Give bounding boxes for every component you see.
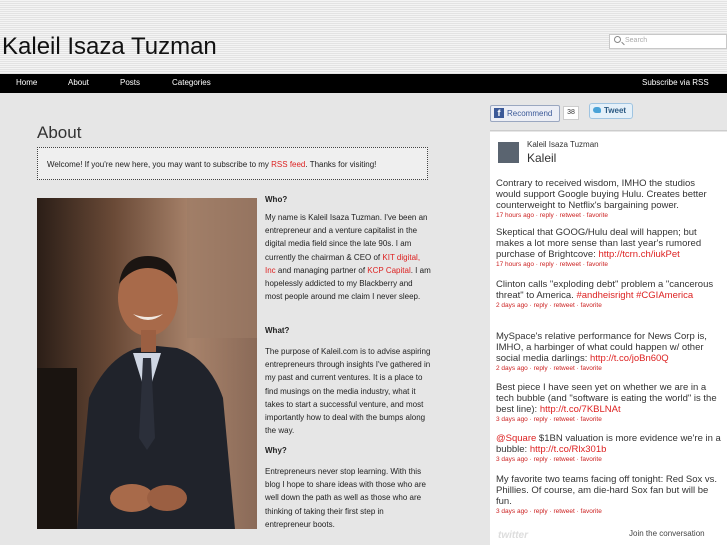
tweet-link[interactable]: http://t.co/7KBLNAt [540, 404, 621, 415]
welcome-text: Welcome! If you're new here, you may wan… [47, 160, 272, 169]
twitter-logo[interactable]: twitter [498, 530, 528, 541]
tweet-link[interactable]: http://t.co/Rlx301b [530, 444, 607, 455]
tweet-item: My favorite two teams facing off tonight… [496, 474, 721, 516]
tweet-meta[interactable]: 2 days ago · reply · retweet · favorite [496, 364, 721, 373]
site-title[interactable]: Kaleil Isaza Tuzman [2, 33, 217, 61]
search-icon [614, 36, 621, 43]
sidebar-divider [490, 130, 727, 131]
tweet-link[interactable]: http://tcrn.ch/iukPet [598, 249, 679, 260]
site-header: Kaleil Isaza Tuzman Search [0, 0, 727, 74]
nav-categories[interactable]: Categories [172, 78, 211, 87]
kcp-capital-link[interactable]: KCP Capital [367, 266, 410, 275]
who-heading: Who? [265, 195, 288, 204]
tweet-meta[interactable]: 3 days ago · reply · retweet · favorite [496, 415, 721, 424]
who-paragraph: My name is Kaleil Isaza Tuzman. I've bee… [265, 213, 431, 302]
tweet-meta[interactable]: 3 days ago · reply · retweet · favorite [496, 507, 721, 516]
tweet-meta[interactable]: 3 days ago · reply · retweet · favorite [496, 455, 721, 464]
rss-feed-link[interactable]: RSS feed [271, 160, 305, 169]
tweet-meta[interactable]: 17 hours ago · reply · retweet · favorit… [496, 211, 721, 220]
facebook-recommend-button[interactable]: f Recommend [490, 105, 560, 122]
profile-photo [37, 198, 257, 529]
why-heading: Why? [265, 446, 287, 455]
twitter-widget: Kaleil Isaza Tuzman Kaleil Contrary to r… [490, 132, 727, 545]
what-paragraph: The purpose of Kaleil.com is to advise a… [265, 347, 431, 436]
tweet-item: Skeptical that GOOG/Hulu deal will happe… [496, 227, 721, 269]
tweet-item: @Square $1BN valuation is more evidence … [496, 433, 721, 464]
recommend-count: 38 [563, 106, 579, 120]
tweet-button[interactable]: Tweet [589, 103, 633, 119]
page-title: About [37, 123, 82, 142]
twitter-display-name[interactable]: Kaleil Isaza Tuzman [527, 140, 599, 149]
tweet-link[interactable]: http://t.co/joBn60Q [590, 353, 669, 364]
welcome-box: Welcome! If you're new here, you may wan… [37, 147, 428, 180]
tweet-item: MySpace's relative performance for News … [496, 331, 721, 373]
avatar[interactable] [498, 142, 519, 163]
tweet-item: Contrary to received wisdom, IMHO the st… [496, 178, 721, 220]
tweet-meta[interactable]: 2 days ago · reply · retweet · favorite [496, 301, 721, 310]
search-input[interactable]: Search [609, 34, 727, 49]
nav-about[interactable]: About [68, 78, 89, 87]
tweet-mention[interactable]: @Square [496, 433, 536, 444]
main-nav: Home About Posts Categories Subscribe vi… [0, 74, 727, 93]
twitter-bird-icon [593, 107, 601, 113]
tweet-item: Best piece I have seen yet on whether we… [496, 382, 721, 424]
welcome-text-end: . Thanks for visiting! [305, 160, 377, 169]
tweet-hashtags[interactable]: #andheisright #CGIAmerica [576, 290, 693, 301]
nav-subscribe-rss[interactable]: Subscribe via RSS [642, 78, 709, 87]
nav-posts[interactable]: Posts [120, 78, 140, 87]
what-heading: What? [265, 326, 290, 335]
facebook-icon: f [494, 108, 504, 118]
search-placeholder: Search [625, 37, 648, 44]
tweet-item: Clinton calls "exploding debt" problem a… [496, 279, 721, 310]
twitter-username[interactable]: Kaleil [527, 151, 556, 165]
nav-home[interactable]: Home [16, 78, 37, 87]
join-conversation-link[interactable]: Join the conversation [629, 529, 705, 538]
tweet-meta[interactable]: 17 hours ago · reply · retweet · favorit… [496, 260, 721, 269]
why-paragraph: Entrepreneurs never stop learning. With … [265, 467, 426, 529]
